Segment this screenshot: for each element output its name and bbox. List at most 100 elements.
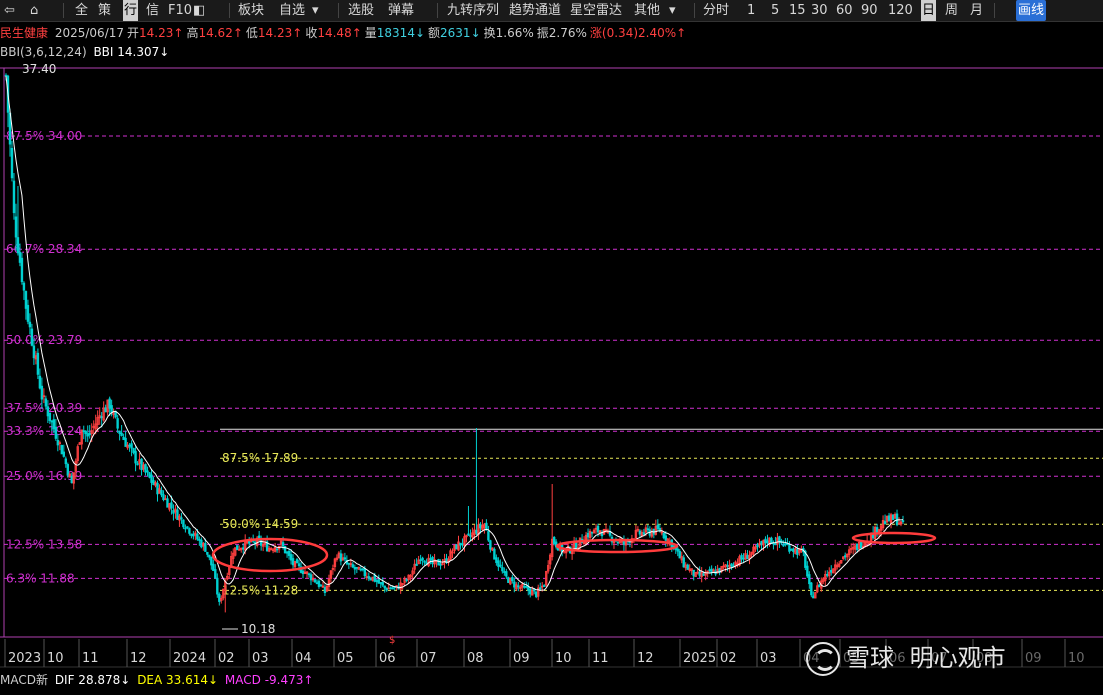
stock-name[interactable]: 民生健康 — [0, 24, 48, 42]
toolbar-separator — [63, 3, 64, 18]
candle-body — [291, 558, 295, 566]
toolbar-item-14[interactable]: 趋势通道 — [509, 0, 561, 21]
candle-body — [622, 540, 626, 545]
candlesticks — [4, 73, 905, 613]
candle-body — [212, 563, 215, 571]
toolbar-item-11[interactable]: 选股 — [348, 0, 374, 21]
candle-body — [698, 571, 701, 576]
toolbar-item-21[interactable]: 15 — [789, 0, 806, 21]
candle-body — [351, 564, 355, 568]
candle-body — [826, 573, 829, 576]
toolbar-item-2[interactable]: 全 — [75, 0, 88, 21]
x-tick-label-14: 11 — [592, 651, 609, 666]
fib-long-label-7: 6.3% 11.88 — [6, 571, 75, 585]
toolbar-item-26[interactable]: 日 — [921, 0, 937, 21]
kline-chart[interactable]: 87.5% 34.0066.7% 28.3450.0% 23.7937.5% 2… — [0, 0, 1103, 695]
watermark-brand: 雪球 — [846, 644, 894, 672]
candle-body — [818, 584, 821, 588]
candle-body — [108, 398, 111, 409]
candle-body — [527, 586, 530, 591]
candle-body — [730, 563, 733, 567]
back-arrow-icon[interactable]: ⇦ — [4, 0, 15, 21]
candle-body — [136, 463, 139, 466]
volume-value: 18314↓ — [376, 26, 426, 40]
candle-body — [204, 543, 207, 552]
toolbar-item-22[interactable]: 30 — [811, 0, 828, 21]
candle-body — [64, 458, 68, 465]
candle-body — [379, 582, 382, 584]
candle-body — [156, 482, 159, 495]
x-tick-label-18: 03 — [760, 651, 777, 666]
candle-body — [513, 581, 516, 588]
candle-body — [82, 430, 85, 433]
candle-body — [503, 571, 506, 573]
fib-short-label-0: 87.5% 17.89 — [222, 451, 298, 465]
candle-body — [385, 587, 388, 591]
candle-body — [539, 587, 542, 590]
candle-body — [756, 544, 759, 548]
toolbar-item-20[interactable]: 5 — [771, 0, 779, 21]
candle-body — [317, 580, 321, 587]
candle-body — [148, 472, 151, 478]
toolbar-item-6[interactable]: F10 — [168, 0, 192, 21]
toolbar-item-27[interactable]: 周 — [945, 0, 958, 21]
home-icon[interactable]: ⌂ — [30, 0, 38, 21]
candle-body — [132, 448, 135, 453]
x-tick-label-2: 11 — [82, 651, 99, 666]
candle-body — [144, 464, 147, 473]
toolbar-item-28[interactable]: 月 — [970, 0, 983, 21]
turnover-value: 1.66% — [495, 26, 534, 40]
candle-body — [315, 582, 319, 585]
candle-body — [176, 509, 179, 520]
candle-body — [198, 539, 201, 541]
candle-body — [421, 557, 424, 561]
candle-body — [347, 562, 351, 565]
x-tick-label-17: 02 — [720, 651, 737, 666]
toolbar-item-4[interactable]: 行 — [123, 0, 139, 21]
toolbar-item-9[interactable]: 自选 — [279, 0, 305, 21]
candle-body — [124, 437, 127, 447]
period-low-label: 10.18 — [241, 622, 275, 636]
candle-body — [192, 533, 195, 537]
toolbar-item-18[interactable]: 分时 — [703, 0, 729, 21]
toolbar-item-16[interactable]: 其他 — [634, 0, 660, 21]
macd-indicator-name[interactable]: MACD新 — [0, 670, 48, 690]
candle-body — [66, 464, 69, 476]
toolbar-item-12[interactable]: 弹幕 — [388, 0, 414, 21]
fib-long-label-4: 33.3% 19.24 — [6, 424, 82, 438]
amplitude-value: 2.76% — [548, 26, 587, 40]
toolbar-item-3[interactable]: 策 — [98, 0, 111, 21]
chevron-down-icon[interactable]: ▾ — [669, 0, 676, 21]
candle-body — [590, 531, 594, 534]
toolbar-item-19[interactable]: 1 — [747, 0, 755, 21]
change-label: 涨 — [589, 26, 602, 40]
candle-body — [52, 419, 56, 430]
candle-body — [172, 510, 175, 514]
toolbar-item-23[interactable]: 60 — [836, 0, 853, 21]
toolbar-item-13[interactable]: 九转序列 — [447, 0, 499, 21]
toolbar-item-29[interactable]: 画线 — [1016, 0, 1047, 21]
candle-body — [381, 581, 384, 586]
volume-label: 量 — [364, 26, 377, 40]
toolbar-item-15[interactable]: 星空雷达 — [570, 0, 622, 21]
toolbar-item-5[interactable]: 信 — [146, 0, 159, 21]
toolbar-item-24[interactable]: 90 — [861, 0, 878, 21]
candle-body — [86, 433, 89, 437]
layout-icon[interactable]: ◧ — [193, 0, 205, 21]
chevron-down-icon[interactable]: ▾ — [312, 0, 319, 21]
candle-body — [423, 560, 426, 563]
high-label: 高 — [186, 26, 199, 40]
candle-body — [367, 576, 370, 579]
candle-body — [24, 291, 28, 309]
bbi-indicator-name[interactable]: BBI(3,6,12,24) — [0, 43, 87, 61]
x-tick-label-8: 05 — [337, 651, 354, 666]
candle-body — [740, 555, 743, 560]
toolbar-item-25[interactable]: 120 — [888, 0, 913, 21]
candle-body — [525, 585, 528, 588]
candle-body — [297, 563, 301, 567]
candle-body — [22, 282, 26, 291]
candle-body — [431, 556, 434, 565]
toolbar-item-8[interactable]: 板块 — [238, 0, 264, 21]
candle-body — [20, 257, 24, 283]
candle-body — [170, 502, 173, 509]
